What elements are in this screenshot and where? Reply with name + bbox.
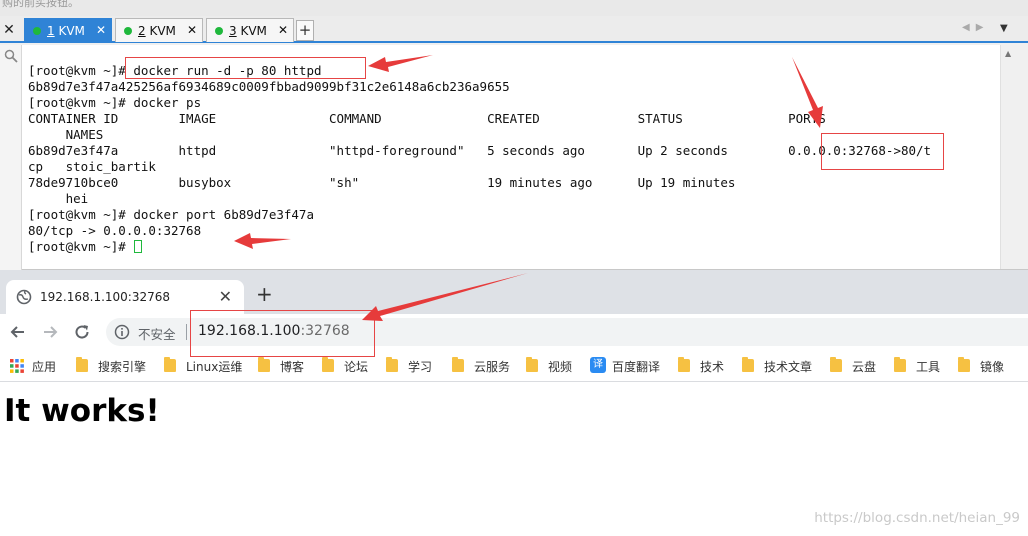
terminal-line: 78de9710bce0 busybox "sh" 19 minutes ago… [28,175,736,190]
bookmark-label: 技术 [700,360,725,374]
browser-toolbar: 不安全 192.168.1.100:32768 [0,314,1028,350]
terminal-line: [root@kvm ~]# docker ps [28,95,202,110]
folder-icon [164,357,176,372]
folder-icon [830,357,842,372]
browser-window: 192.168.1.100:32768 ✕ + 不安全 192.168.1.10… [0,270,1028,536]
add-tab-button[interactable]: + [296,20,314,41]
tab-number: 3 [229,24,237,38]
bookmark-label: 视频 [548,360,573,374]
tab-session-3[interactable]: 3 KVM ✕ [206,18,294,42]
folder-icon [742,357,754,372]
terminal-prompt: [root@kvm ~]# [28,239,134,254]
scroll-up-icon[interactable]: ▲ [1005,49,1011,58]
folder-icon [894,357,906,372]
terminal-line: cp stoic_bartik [28,159,156,174]
session-tabbar: ✕ 1 KVM ✕ 2 KVM ✕ 3 KVM ✕ + ◀▶ ▼ [0,16,1028,43]
bookmark-label: 云盘 [852,360,877,374]
tab-name: KVM [54,24,85,38]
omnibox-separator [186,324,187,340]
folder-icon [958,357,970,372]
bookmark-label: 搜索引擎 [98,360,147,374]
folder-icon [258,357,270,372]
terminal-cursor [134,240,143,253]
bookmark-label: 工具 [916,360,941,374]
bookmarks-bar: 应用 搜索引擎 Linux运维 博客 论坛 学习 云服务 视频 译百度翻译 技术… [0,350,1028,382]
tab-close-icon[interactable]: ✕ [187,23,197,37]
tab-number: 1 [47,24,55,38]
top-strip: 购的前买按钮。 [0,0,1028,16]
translate-icon: 译 [590,357,606,373]
session-status-dot-icon [215,27,223,35]
browser-tab[interactable]: 192.168.1.100:32768 ✕ [6,280,244,314]
bookmark-label: Linux运维 [186,360,243,374]
forward-arrow-icon[interactable] [40,322,60,342]
terminal-line: 80/tcp -> 0.0.0.0:32768 [28,223,202,238]
browser-tab-title: 192.168.1.100:32768 [40,290,171,304]
tab-session-1[interactable]: 1 KVM ✕ [24,18,112,42]
terminal-scrollbar[interactable]: ▲ [1000,45,1016,269]
folder-icon [76,357,88,372]
apps-grid-icon [10,359,24,373]
search-icon[interactable] [4,49,18,63]
not-secure-label: 不安全 [138,327,176,342]
tab-list-dropdown-icon[interactable]: ▼ [1000,23,1008,34]
bookmark-label: 应用 [32,360,57,374]
back-arrow-icon[interactable] [8,322,28,342]
tab-scroll-arrows-icon[interactable]: ◀▶ [962,22,989,33]
screenshot-root: 购的前买按钮。 ✕ 1 KVM ✕ 2 KVM ✕ 3 KVM ✕ + ◀▶ ▼ [0,0,1028,536]
reload-icon[interactable] [72,322,92,342]
session-status-dot-icon [124,27,132,35]
terminal-line: hei [28,191,89,206]
folder-icon [452,357,464,372]
annotation-box-ports [821,133,944,170]
watermark: https://blog.csdn.net/heian_99 [814,510,1020,526]
annotation-box-run-command [125,57,366,79]
terminal-prompt-line: [root@kvm ~]# [28,239,143,255]
globe-icon [16,289,32,305]
info-icon[interactable] [114,324,130,340]
bookmark-label: 云服务 [474,360,511,374]
tab-name: KVM [236,24,267,38]
folder-icon [526,357,538,372]
new-tab-button[interactable]: + [256,284,273,304]
bookmark-label: 技术文章 [764,360,813,374]
terminal-side-panel [0,45,22,270]
terminal-line: 6b89d7e3f47a425256af6934689c0009fbbad909… [28,79,510,94]
bookmark-label: 学习 [408,360,433,374]
browser-tabstrip: 192.168.1.100:32768 ✕ + [0,270,1028,314]
folder-icon [386,357,398,372]
session-status-dot-icon [33,27,41,35]
tab-session-2[interactable]: 2 KVM ✕ [115,18,203,42]
bookmark-label: 论坛 [344,360,369,374]
bookmark-label: 博客 [280,360,305,374]
top-strip-text: 购的前买按钮。 [2,0,79,9]
annotation-box-url [190,310,375,357]
tab-close-icon[interactable]: ✕ [278,23,288,37]
terminal-line: NAMES [28,127,104,142]
bookmark-label: 镜像 [980,360,1005,374]
folder-icon [322,357,334,372]
page-heading: It works! [4,393,160,429]
folder-icon [678,357,690,372]
tab-close-icon[interactable]: ✕ [96,23,106,37]
tab-close-icon[interactable]: ✕ [219,287,232,306]
close-icon[interactable]: ✕ [0,19,18,41]
terminal-line: CONTAINER ID IMAGE COMMAND CREATED STATU… [28,111,826,126]
tab-name: KVM [145,24,176,38]
bookmark-label: 百度翻译 [612,360,661,374]
page-content: It works! https://blog.csdn.net/heian_99 [0,383,1028,536]
tab-number: 2 [138,24,146,38]
terminal-line: 6b89d7e3f47a httpd "httpd-foreground" 5 … [28,143,932,158]
terminal-line: [root@kvm ~]# docker port 6b89d7e3f47a [28,207,314,222]
